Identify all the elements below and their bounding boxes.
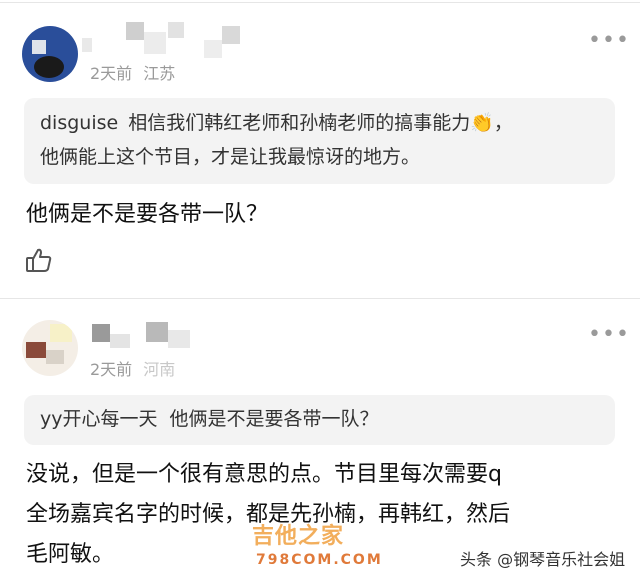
quoted-reply[interactable]: yy开心每一天 他俩是不是要各带一队？ [24, 395, 615, 445]
watermark-sub: 798COM.COM [256, 552, 383, 568]
avatar[interactable] [22, 26, 78, 82]
username-blurred [222, 26, 240, 44]
username-blurred [168, 22, 184, 38]
watermark-logo: 吉他之家 [252, 524, 345, 549]
thumbs-up-icon[interactable] [25, 246, 53, 274]
quote-line-2: 他俩能上这个节目，才是让我最惊讶的地方。 [40, 146, 421, 168]
quote-text: 他俩是不是要各带一队？ [169, 408, 379, 430]
quote-line-1: yy开心每一天 他俩是不是要各带一队？ [40, 404, 379, 435]
quote-line-1: disguise 相信我们韩红老师和孙楠老师的搞事能力👏， [40, 108, 513, 139]
comment-time: 2天前 [90, 64, 133, 83]
comment-location: 河南 [143, 360, 176, 379]
more-options-icon[interactable]: ••• [588, 324, 630, 346]
top-divider [0, 2, 640, 3]
source-account[interactable]: @钢琴音乐社会姐 [497, 550, 625, 569]
comment-body-line-3: 毛阿敏。 [26, 542, 115, 567]
username-blurred [168, 330, 190, 348]
username-blurred[interactable] [92, 324, 110, 342]
quoted-reply[interactable]: disguise 相信我们韩红老师和孙楠老师的搞事能力👏， 他俩能上这个节目，才是… [24, 98, 615, 184]
comment-body: 他俩是不是要各带一队？ [26, 202, 269, 227]
quote-text: 相信我们韩红老师和孙楠老师的搞事能力👏， [128, 112, 513, 134]
username-blurred[interactable] [82, 38, 92, 52]
username-blurred [144, 32, 166, 54]
comment-time: 2天前 [90, 360, 133, 379]
quote-username[interactable]: disguise [40, 112, 118, 134]
username-blurred [110, 334, 130, 348]
username-blurred [126, 22, 144, 40]
comment-divider [0, 298, 640, 299]
comment-location: 江苏 [143, 64, 176, 83]
source-attribution: 头条 @钢琴音乐社会姐 [460, 546, 625, 570]
comment-meta: 2天前 河南 [90, 356, 175, 380]
quote-username[interactable]: yy开心每一天 [40, 408, 158, 430]
more-options-icon[interactable]: ••• [588, 30, 630, 52]
avatar[interactable] [22, 320, 78, 376]
username-blurred [146, 322, 168, 342]
comment-body-line-1: 没说，但是一个很有意思的点。节目里每次需要q [26, 462, 502, 487]
source-prefix: 头条 [460, 550, 493, 569]
comment-meta: 2天前 江苏 [90, 60, 175, 84]
username-blurred [204, 40, 222, 58]
